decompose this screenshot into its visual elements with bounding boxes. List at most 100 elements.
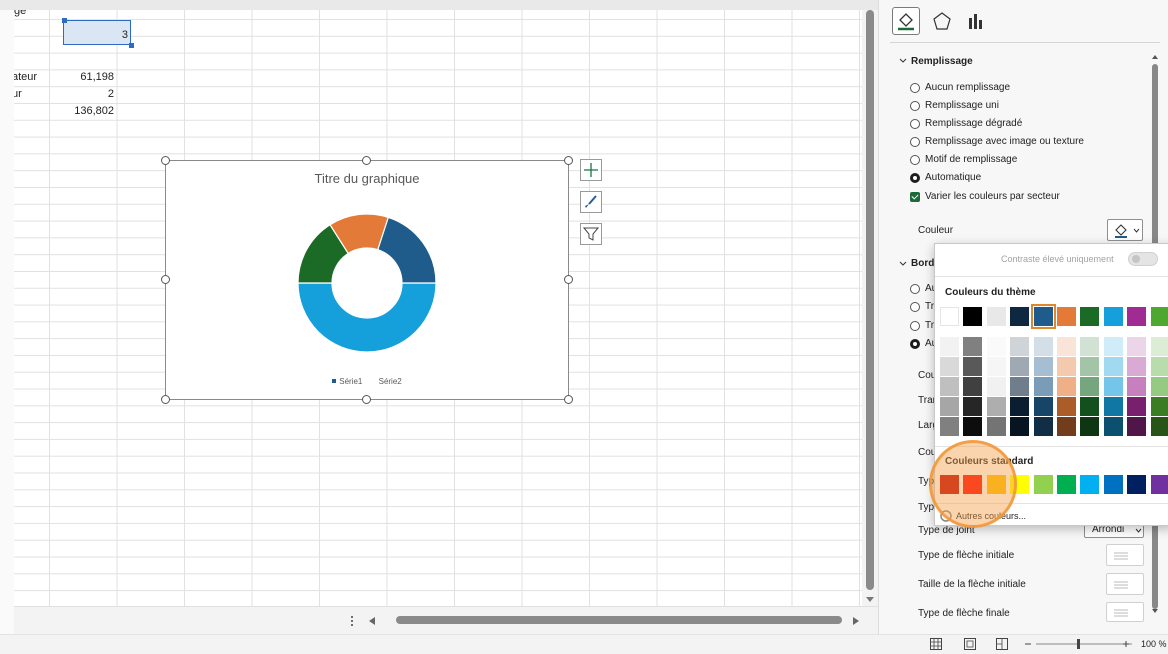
theme-shade-swatch[interactable]	[1150, 357, 1168, 376]
theme-shade-swatch[interactable]	[1033, 417, 1053, 436]
option-label[interactable]: Aucun remplissage	[925, 82, 1010, 93]
chart-area[interactable]: Titre du graphique Série1 Série2	[165, 160, 569, 400]
theme-shade-swatch[interactable]	[940, 397, 959, 416]
theme-shade-swatch[interactable]	[1010, 337, 1030, 356]
theme-shade-swatch[interactable]	[1033, 377, 1053, 396]
arrow-start-size-dropdown[interactable]	[1106, 573, 1144, 595]
scroll-thumb[interactable]	[866, 10, 874, 590]
collapse-chevron-icon[interactable]	[899, 58, 907, 64]
theme-shade-swatch[interactable]	[1010, 377, 1030, 396]
chart-resize-handle[interactable]	[564, 395, 573, 404]
radio-solid-fill[interactable]	[910, 101, 920, 111]
color-dropdown-button[interactable]	[1107, 219, 1143, 241]
radio-border-option[interactable]	[910, 302, 920, 312]
donut-slice[interactable]	[377, 216, 437, 284]
radio-border-auto[interactable]	[910, 339, 920, 349]
option-label[interactable]: Tr	[925, 320, 934, 331]
theme-shade-swatch[interactable]	[1010, 417, 1030, 436]
radio-no-fill[interactable]	[910, 83, 920, 93]
option-label[interactable]: Remplissage dégradé	[925, 118, 1022, 129]
theme-shade-swatch[interactable]	[940, 357, 959, 376]
option-label[interactable]: Motif de remplissage	[925, 154, 1017, 165]
section-border-header[interactable]: Bord	[911, 258, 934, 269]
theme-shade-swatch[interactable]	[986, 417, 1006, 436]
legend-item-serie2[interactable]: Série2	[379, 377, 402, 386]
theme-shade-swatch[interactable]	[1033, 337, 1053, 356]
theme-shade-swatch[interactable]	[1057, 337, 1076, 356]
theme-shade-swatch[interactable]	[963, 357, 983, 376]
donut-chart[interactable]	[287, 203, 447, 363]
chart-resize-handle[interactable]	[564, 275, 573, 284]
more-options-icon[interactable]	[350, 615, 354, 627]
radio-pattern-fill[interactable]	[910, 155, 920, 165]
theme-shade-swatch[interactable]	[1057, 417, 1076, 436]
selection-handle[interactable]	[62, 18, 67, 23]
chart-resize-handle[interactable]	[564, 156, 573, 165]
theme-shade-swatch[interactable]	[1103, 337, 1123, 356]
radio-border-option[interactable]	[910, 321, 920, 331]
theme-shade-swatch[interactable]	[1103, 397, 1123, 416]
theme-shade-swatch[interactable]	[1080, 337, 1100, 356]
theme-shade-swatch[interactable]	[986, 337, 1006, 356]
zoom-slider[interactable]	[1024, 638, 1134, 650]
collapse-chevron-icon[interactable]	[899, 261, 907, 267]
option-label[interactable]: Remplissage avec image ou texture	[925, 136, 1084, 147]
theme-shade-swatch[interactable]	[1033, 397, 1053, 416]
theme-color-swatch[interactable]	[1103, 307, 1123, 326]
theme-color-swatch[interactable]	[963, 307, 983, 326]
theme-shade-swatch[interactable]	[1103, 417, 1123, 436]
theme-color-swatch[interactable]	[986, 307, 1006, 326]
checkbox-vary-colors[interactable]	[910, 192, 920, 202]
theme-shade-swatch[interactable]	[1080, 377, 1100, 396]
theme-color-swatch[interactable]	[940, 307, 959, 326]
zoom-level[interactable]: 100 %	[1141, 639, 1167, 649]
scroll-left-icon[interactable]	[368, 616, 376, 626]
theme-shade-swatch[interactable]	[1103, 357, 1123, 376]
checkbox-label[interactable]: Varier les couleurs par secteur	[925, 191, 1060, 202]
chart-title[interactable]: Titre du graphique	[166, 171, 568, 186]
contrast-toggle[interactable]	[1128, 252, 1158, 266]
standard-color-swatch[interactable]	[1127, 475, 1147, 494]
theme-shade-swatch[interactable]	[1057, 397, 1076, 416]
theme-shade-swatch[interactable]	[1127, 397, 1147, 416]
theme-color-swatch[interactable]	[1030, 304, 1056, 329]
chart-elements-button[interactable]	[580, 159, 602, 181]
tab-fill-line[interactable]	[892, 7, 920, 35]
theme-shade-swatch[interactable]	[963, 417, 983, 436]
cell-label[interactable]: ateur	[14, 70, 37, 84]
theme-shade-swatch[interactable]	[940, 377, 959, 396]
theme-shade-swatch[interactable]	[1057, 377, 1076, 396]
theme-color-swatch[interactable]	[1057, 307, 1076, 326]
option-label[interactable]: Automatique	[925, 172, 981, 183]
page-layout-icon[interactable]	[964, 638, 976, 650]
selected-cell[interactable]: 3	[63, 20, 131, 45]
theme-shade-swatch[interactable]	[1010, 397, 1030, 416]
horizontal-scroll-thumb[interactable]	[396, 616, 842, 624]
option-label[interactable]: Tr	[925, 301, 934, 312]
radio-picture-fill[interactable]	[910, 137, 920, 147]
theme-shade-swatch[interactable]	[1150, 397, 1168, 416]
section-fill-header[interactable]: Remplissage	[911, 56, 973, 67]
scroll-down-icon[interactable]	[1151, 608, 1159, 614]
chart-legend[interactable]: Série1 Série2	[166, 377, 568, 386]
theme-shade-swatch[interactable]	[1127, 417, 1147, 436]
theme-color-swatch[interactable]	[1150, 307, 1168, 326]
theme-shade-swatch[interactable]	[940, 417, 959, 436]
option-label[interactable]: Remplissage uni	[925, 100, 999, 111]
chart-filters-button[interactable]	[580, 223, 602, 245]
scroll-up-icon[interactable]	[1151, 54, 1159, 60]
chart-resize-handle[interactable]	[161, 156, 170, 165]
cell-label-partial[interactable]: ge	[14, 10, 26, 18]
theme-shade-swatch[interactable]	[940, 337, 959, 356]
normal-view-icon[interactable]	[930, 638, 942, 650]
theme-shade-swatch[interactable]	[1080, 397, 1100, 416]
theme-shade-swatch[interactable]	[1080, 357, 1100, 376]
radio-border-option[interactable]	[910, 284, 920, 294]
legend-item-serie1[interactable]: Série1	[332, 377, 362, 386]
theme-shade-swatch[interactable]	[1150, 337, 1168, 356]
theme-color-swatch[interactable]	[1080, 307, 1100, 326]
theme-shade-swatch[interactable]	[1150, 377, 1168, 396]
arrow-end-type-dropdown[interactable]	[1106, 602, 1144, 622]
theme-shade-swatch[interactable]	[963, 337, 983, 356]
theme-shade-swatch[interactable]	[1127, 377, 1147, 396]
